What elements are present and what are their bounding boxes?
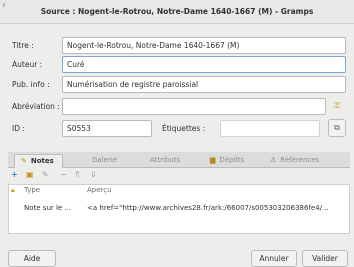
remove-icon[interactable]: − [60, 170, 67, 179]
column-header-type[interactable]: Type [24, 186, 40, 194]
help-button[interactable]: Aide [8, 250, 56, 267]
id-label: ID : [12, 124, 25, 133]
move-up-icon[interactable]: ⇑ [74, 170, 81, 179]
pubinfo-label: Pub. info : [12, 80, 50, 89]
notes-toolbar: + ▣ ✎ − ⇑ ⇓ [8, 168, 350, 182]
share-existing-icon[interactable]: ▣ [26, 170, 34, 179]
table-row[interactable]: Note sur le ... <a href="http://www.arch… [9, 202, 349, 215]
tab-repositories[interactable]: ▆ Dépôts [210, 154, 244, 168]
notes-icon: ✎ [21, 157, 27, 165]
source-editor-window: r Source : Nogent-le-Rotrou, Notre-Dame … [0, 0, 354, 267]
tab-bar: ✎ Notes Galerie Attributs ▆ Dépôts ⚠ Référe… [8, 152, 350, 168]
id-field[interactable]: S0553 [62, 120, 152, 137]
cancel-button[interactable]: Annuler [251, 250, 297, 267]
tab-notes[interactable]: ✎ Notes [14, 154, 63, 168]
column-header-preview[interactable]: Aperçu [87, 186, 112, 194]
notes-list[interactable]: 🔒︎ Type Aperçu Note sur le ... <a href="… [8, 184, 350, 234]
note-type-cell: Note sur le ... [24, 204, 72, 212]
add-icon[interactable]: + [11, 170, 18, 179]
tab-attributes[interactable]: Attributs [150, 154, 180, 168]
edit-tags-button[interactable]: ⧉ [328, 119, 346, 137]
repository-icon: ▆ [210, 156, 216, 164]
pubinfo-field[interactable]: Numérisation de registre paroissial [62, 76, 346, 93]
key-icon[interactable]: ⚿ [334, 102, 340, 110]
tags-label: Étiquettes : [162, 124, 206, 133]
author-label: Auteur : [12, 60, 43, 69]
title-field[interactable]: Nogent-le-Rotrou, Notre-Dame 1640-1667 (… [62, 37, 346, 54]
tags-display [220, 120, 320, 137]
references-icon: ⚠ [270, 156, 277, 164]
title-bar: r Source : Nogent-le-Rotrou, Notre-Dame … [0, 0, 354, 24]
window-title: Source : Nogent-le-Rotrou, Notre-Dame 16… [40, 7, 314, 16]
abbreviation-label: Abréviation : [12, 102, 60, 111]
tag-icon: ⧉ [334, 123, 340, 132]
tab-references[interactable]: ⚠ Références [270, 154, 319, 168]
tab-gallery[interactable]: Galerie [92, 154, 117, 168]
abbreviation-field[interactable] [62, 98, 326, 115]
move-down-icon[interactable]: ⇓ [90, 170, 97, 179]
ok-button[interactable]: Valider [302, 250, 348, 267]
author-field[interactable]: Curé [62, 56, 346, 73]
private-icon: 🔒︎ [11, 186, 15, 194]
edit-icon[interactable]: ✎ [42, 170, 49, 179]
note-preview-cell: <a href="http://www.archives28.fr/ark:/6… [87, 204, 329, 212]
title-label: Titre : [12, 41, 34, 50]
